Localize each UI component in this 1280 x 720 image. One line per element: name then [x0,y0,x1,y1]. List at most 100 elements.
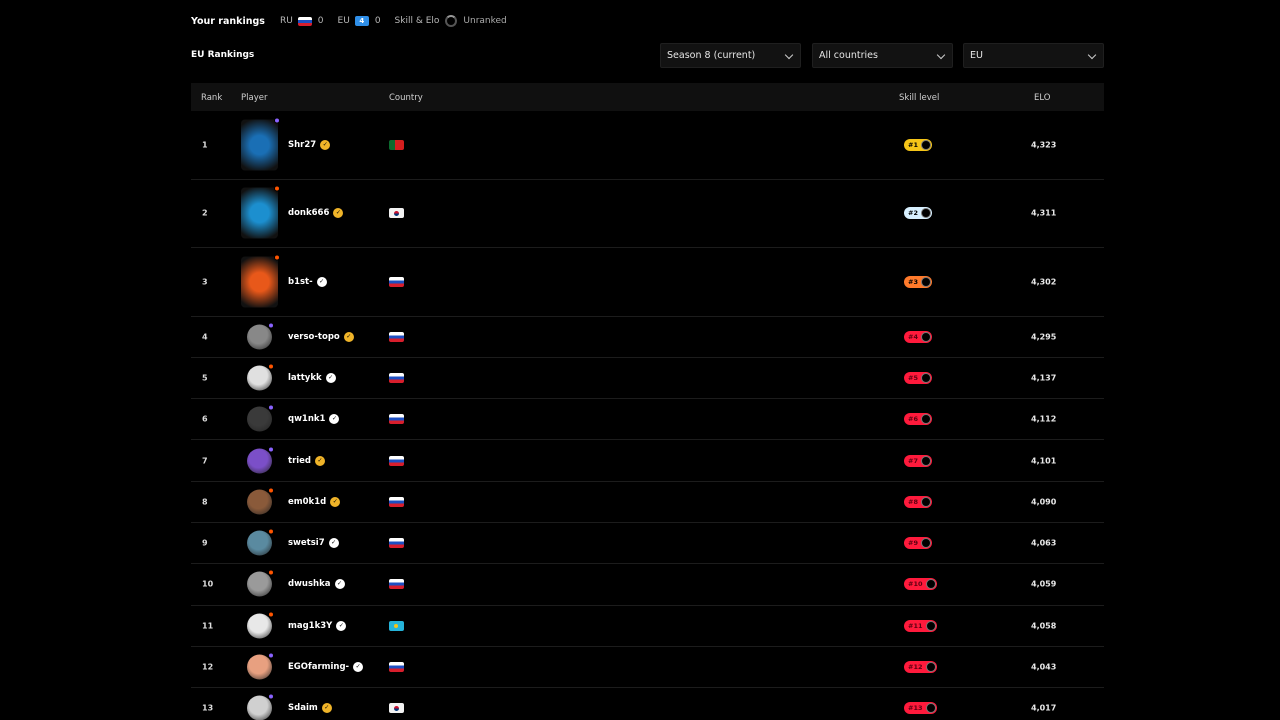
player-name[interactable]: qw1nk1 ✓ [288,414,340,425]
avatar[interactable] [247,363,274,391]
player-name-text: em0k1d [288,496,327,507]
avatar[interactable] [247,528,274,556]
avatar[interactable] [247,569,274,597]
player-name[interactable]: dwushka ✓ [288,579,345,590]
table-row[interactable]: 11 mag1k3Y ✓ #11 4,058 [191,606,1104,647]
avatar[interactable] [247,404,274,432]
rank-cell: 9 [202,538,208,548]
rank-cell: 7 [202,456,208,466]
player-name[interactable]: tried ✓ [288,455,326,466]
status-dot-icon [268,487,274,494]
country-flag-icon [389,208,404,219]
skill-level-badge: #4 [904,330,932,343]
region-dropdown[interactable]: EU [963,43,1104,68]
skill-level-icon [920,208,931,219]
country-flag-icon [389,662,404,673]
skill-level-badge: #2 [904,207,932,220]
chevron-down-icon [784,50,794,60]
table-row[interactable]: 8 em0k1d ✓ #8 4,090 [191,482,1104,523]
player-name-text: b1st- [288,276,313,287]
country-flag-icon [389,331,404,342]
avatar[interactable] [247,693,274,720]
table-row[interactable]: 4 verso-topo ✓ #4 4,295 [191,317,1104,358]
skill-level-icon [920,538,931,549]
skill-level-icon [920,455,931,466]
country-flag-icon [389,538,404,549]
verified-badge-icon: ✓ [329,414,340,425]
player-name-text: tried [288,455,312,466]
avatar[interactable] [247,611,274,639]
player-name[interactable]: mag1k3Y ✓ [288,620,347,631]
table-row[interactable]: 1 Shr27 ✓ #1 4,323 [191,111,1104,180]
skill-level-icon [925,703,936,714]
skill-level-icon [925,579,936,590]
player-name[interactable]: em0k1d ✓ [288,496,341,507]
table-row[interactable]: 5 lattykk ✓ #5 4,137 [191,358,1104,400]
russia-flag-icon [297,16,312,26]
skill-level-badge: #5 [904,371,932,384]
country-flag-icon [389,372,404,383]
avatar[interactable] [247,446,274,474]
country-dropdown[interactable]: All countries [812,43,953,68]
skill-level-badge: #11 [904,619,937,632]
player-name[interactable]: donk666 ✓ [288,208,344,219]
skill-elo-label: Skill & Elo [394,16,440,26]
country-dropdown-value: All countries [819,50,878,61]
table-row[interactable]: 2 donk666 ✓ #2 4,311 [191,180,1104,248]
rank-cell: 13 [202,703,214,713]
elo-value: 4,058 [1031,621,1057,631]
player-name[interactable]: lattykk ✓ [288,372,336,383]
country-flag-icon [389,414,404,425]
status-dot-icon [268,652,274,659]
avatar[interactable] [241,254,280,308]
player-name-text: Sdaim [288,703,318,714]
season-dropdown[interactable]: Season 8 (current) [660,43,801,68]
rank-cell: 10 [202,579,214,589]
elo-value: 4,295 [1031,332,1057,342]
verified-badge-icon: ✓ [334,579,345,590]
verified-badge-icon: ✓ [330,496,341,507]
rank-cell: 8 [202,497,208,507]
avatar[interactable] [247,487,274,515]
table-row[interactable]: 6 qw1nk1 ✓ #6 4,112 [191,399,1104,441]
player-name[interactable]: b1st- ✓ [288,276,327,287]
rank-cell: 12 [202,662,214,672]
player-name[interactable]: verso-topo ✓ [288,331,354,342]
player-name[interactable]: Shr27 ✓ [288,139,331,150]
table-row[interactable]: 10 dwushka ✓ #10 4,059 [191,564,1104,606]
skill-level-icon [445,15,458,27]
avatar[interactable] [247,322,274,350]
table-row[interactable]: 3 b1st- ✓ #3 4,302 [191,248,1104,317]
player-name-text: donk666 [288,208,330,219]
skill-rank-text: #9 [908,539,918,548]
table-row[interactable]: 7 tried ✓ #7 4,101 [191,440,1104,482]
skill-rank-text: #13 [908,704,923,713]
skill-level-icon [920,276,931,287]
table-row[interactable]: 13 Sdaim ✓ #13 4,017 [191,688,1104,720]
avatar[interactable] [241,185,280,239]
ru-ranking: RU 0 [280,16,324,26]
skill-level-badge: #3 [904,275,932,288]
skill-level-badge: #6 [904,413,932,426]
skill-elo: Skill & Elo Unranked [395,15,507,27]
player-name[interactable]: swetsi7 ✓ [288,538,339,549]
table-row[interactable]: 9 swetsi7 ✓ #9 4,063 [191,523,1104,565]
elo-value: 4,112 [1031,414,1057,424]
skill-level-icon [920,139,931,150]
table-row[interactable]: 12 EGOfarming- ✓ #12 4,043 [191,647,1104,689]
elo-value: 4,137 [1031,373,1057,383]
skill-level-badge: #1 [904,138,932,151]
skill-rank-text: #11 [908,621,923,630]
ru-label: RU [279,16,293,26]
avatar[interactable] [247,652,274,680]
status-dot-icon [268,404,274,411]
elo-value: 4,090 [1031,497,1057,507]
verified-badge-icon: ✓ [353,662,364,673]
rank-cell: 3 [202,277,208,287]
avatar[interactable] [241,117,280,171]
skill-level-icon [920,414,931,425]
skill-rank-text: #2 [908,209,918,218]
player-name[interactable]: Sdaim ✓ [288,703,332,714]
player-name[interactable]: EGOfarming- ✓ [288,662,364,673]
skill-rank-text: #7 [908,456,918,465]
